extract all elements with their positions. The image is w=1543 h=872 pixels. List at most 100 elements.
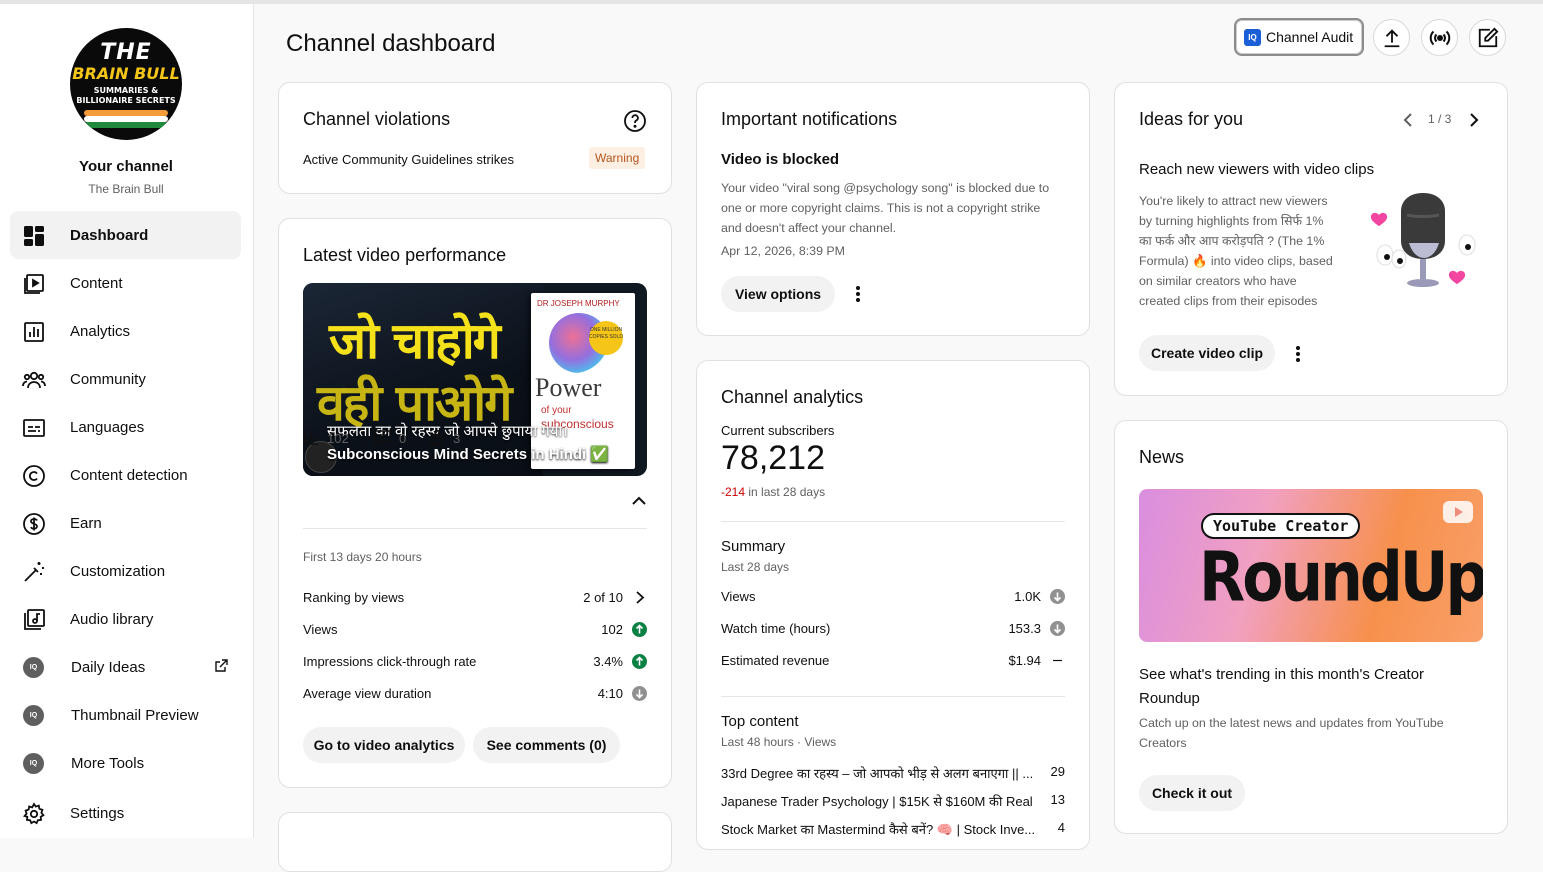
- top-content-row[interactable]: 33rd Degree का रहस्य – जो आपको भीड़ से अ…: [721, 764, 1065, 782]
- divider: [303, 528, 647, 529]
- flag-graphic: [84, 110, 168, 128]
- see-comments-button[interactable]: See comments (0): [473, 727, 620, 763]
- avatar-text-the: THE: [100, 40, 152, 65]
- divider: [721, 696, 1065, 697]
- news-banner-title: RoundUp: [1199, 537, 1483, 618]
- notification-heading: Video is blocked: [721, 151, 840, 168]
- trend-down-icon: [632, 686, 647, 701]
- summary-title: Summary: [721, 538, 786, 555]
- metric-row-avd: Average view duration 4:10: [303, 686, 647, 704]
- summary-row-views: Views 1.0K: [721, 589, 1065, 607]
- sidebar-item-earn[interactable]: Earn: [10, 499, 241, 547]
- news-banner-image[interactable]: YouTube Creator RoundUp: [1139, 489, 1483, 642]
- trend-up-icon: [632, 654, 647, 669]
- channel-audit-label: Channel Audit: [1266, 29, 1354, 45]
- subscribers-delta: -214 in last 28 days: [721, 485, 826, 499]
- sidebar-item-label: Audio library: [70, 610, 154, 628]
- view-options-button[interactable]: View options: [721, 276, 835, 312]
- book-cover-image: DR JOSEPH MURPHY ONE MILLION COPIES SOLD…: [531, 293, 635, 469]
- upload-button[interactable]: [1373, 19, 1410, 56]
- views-stat: 102: [303, 430, 349, 446]
- more-options-icon[interactable]: [856, 286, 860, 302]
- subtitles-icon: [23, 419, 45, 437]
- top-content-period: Last 48 hours · Views: [721, 735, 837, 749]
- sidebar-item-content[interactable]: Content: [10, 259, 241, 307]
- help-icon[interactable]: [623, 109, 647, 133]
- chevron-right-icon[interactable]: [1469, 112, 1479, 128]
- comments-stat: 0: [373, 430, 406, 446]
- card-title: Ideas for you: [1139, 109, 1244, 129]
- trend-down-icon: [1050, 621, 1065, 636]
- trend-down-icon: [1050, 589, 1065, 604]
- important-notifications-card: Important notifications Video is blocked…: [696, 82, 1090, 336]
- sidebar: THE BRAIN BULL SUMMARIES & BILLIONAIRE SE…: [0, 4, 254, 838]
- channel-audit-button[interactable]: IQ Channel Audit: [1234, 18, 1364, 56]
- your-channel-label: Your channel: [79, 158, 173, 175]
- subscribers-label: Current subscribers: [721, 423, 835, 438]
- sidebar-item-thumbnail-preview[interactable]: IQ Thumbnail Preview: [10, 691, 241, 739]
- summary-row-revenue: Estimated revenue $1.94: [721, 653, 1065, 671]
- sidebar-nav: Dashboard Content Analytics Community La…: [10, 211, 241, 837]
- analytics-icon: [24, 322, 44, 342]
- channel-avatar[interactable]: THE BRAIN BULL SUMMARIES & BILLIONAIRE SE…: [70, 28, 182, 140]
- check-it-out-button[interactable]: Check it out: [1139, 775, 1245, 811]
- channel-analytics-card: Channel analytics Current subscribers 78…: [696, 360, 1090, 850]
- sidebar-item-more-tools[interactable]: IQ More Tools: [10, 739, 241, 787]
- community-icon: [22, 371, 46, 389]
- go-live-button[interactable]: [1421, 19, 1458, 56]
- sidebar-item-dashboard[interactable]: Dashboard: [10, 211, 241, 259]
- warning-badge: Warning: [589, 147, 646, 169]
- metric-row-ranking[interactable]: Ranking by views 2 of 10: [303, 590, 647, 608]
- news-card: News YouTube Creator RoundUp See what's …: [1114, 420, 1508, 834]
- iq-icon: IQ: [23, 705, 44, 726]
- bar-chart-icon: [304, 431, 318, 445]
- iq-icon: IQ: [1244, 28, 1261, 46]
- external-link-icon[interactable]: [213, 658, 229, 674]
- chevron-left-icon[interactable]: [1403, 112, 1413, 128]
- top-content-row[interactable]: Stock Market का Mastermind कैसे बनें? 🧠 …: [721, 820, 1065, 838]
- trend-up-icon: [632, 622, 647, 637]
- metric-row-views: Views 102: [303, 622, 647, 640]
- sidebar-item-daily-ideas[interactable]: IQ Daily Ideas: [10, 643, 241, 691]
- thumbs-up-icon: [429, 430, 444, 446]
- card-title: Channel violations: [303, 109, 451, 129]
- sidebar-item-label: Languages: [70, 418, 145, 436]
- chevron-right-icon: [636, 591, 645, 604]
- subscribers-count: 78,212: [721, 439, 825, 477]
- news-heading: See what's trending in this month's Crea…: [1139, 666, 1425, 707]
- sidebar-item-languages[interactable]: Languages: [10, 403, 241, 451]
- dollar-icon: [23, 513, 45, 535]
- microphone-illustration: [1370, 193, 1476, 287]
- idea-heading: Reach new viewers with video clips: [1139, 161, 1375, 178]
- divider: [721, 521, 1065, 522]
- sidebar-item-analytics[interactable]: Analytics: [10, 307, 241, 355]
- gear-icon: [23, 802, 45, 825]
- sidebar-item-content-detection[interactable]: Content detection: [10, 451, 241, 499]
- iq-icon: IQ: [23, 753, 44, 774]
- period-label: First 13 days 20 hours: [303, 550, 422, 564]
- magic-wand-icon: [24, 562, 44, 582]
- news-body: Catch up on the latest news and updates …: [1139, 716, 1444, 750]
- create-video-clip-button[interactable]: Create video clip: [1139, 335, 1275, 371]
- video-thumbnail[interactable]: जो चाहोगे वही पाओगे DR JOSEPH MURPHY ONE…: [303, 283, 647, 476]
- thumbnail-caption: Subconscious Mind Secrets in Hindi ✅: [327, 446, 610, 463]
- more-options-icon[interactable]: [1296, 346, 1300, 362]
- sidebar-item-settings[interactable]: Settings: [10, 789, 241, 837]
- chevron-up-icon[interactable]: [632, 496, 646, 506]
- create-post-button[interactable]: [1469, 19, 1506, 56]
- news-banner-badge: YouTube Creator: [1201, 513, 1361, 539]
- top-content-row[interactable]: Japanese Trader Psychology | $15K से $16…: [721, 792, 1065, 810]
- avatar-text-brain-bull: BRAIN BULL: [72, 64, 180, 83]
- sidebar-item-label: Earn: [70, 514, 102, 532]
- channel-violations-card: Channel violations Active Community Guid…: [278, 82, 672, 194]
- copyright-icon: [23, 465, 45, 487]
- additional-card: [278, 812, 672, 872]
- sidebar-item-customization[interactable]: Customization: [10, 547, 241, 595]
- notification-date: Apr 12, 2026, 8:39 PM: [721, 244, 845, 258]
- go-to-video-analytics-button[interactable]: Go to video analytics: [303, 727, 465, 763]
- sidebar-item-community[interactable]: Community: [10, 355, 241, 403]
- live-broadcast-icon: [1429, 30, 1450, 45]
- sidebar-item-audio-library[interactable]: Audio library: [10, 595, 241, 643]
- card-title: News: [1139, 447, 1185, 467]
- metric-row-ctr: Impressions click-through rate 3.4%: [303, 654, 647, 672]
